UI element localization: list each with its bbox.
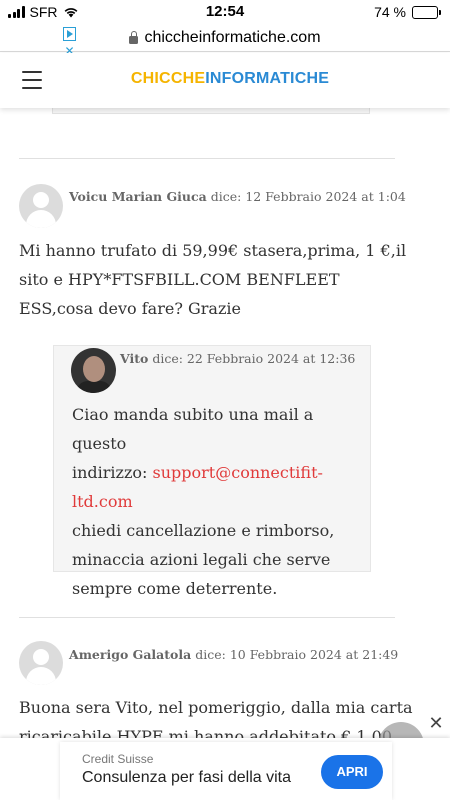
status-right: 74 % xyxy=(374,4,441,20)
comment-date[interactable]: 10 Febbraio 2024 at 21:49 xyxy=(230,647,398,662)
reply-says: dice: xyxy=(152,351,183,366)
comment-says: dice: xyxy=(210,189,242,204)
adchoices-play-icon[interactable] xyxy=(63,27,76,41)
comment-line: Mi hanno trufato di 59,99€ stasera,prima… xyxy=(19,241,407,260)
comment-separator xyxy=(19,617,395,618)
url-text[interactable]: chiccheinformatiche.com xyxy=(144,29,320,47)
reply-line: sempre come deterrente. xyxy=(72,579,278,598)
ad-title[interactable]: Consulenza per fasi della vita xyxy=(82,769,291,787)
comment-line: sito e HPY*FTSFBILL.COM BENFLEET xyxy=(19,270,340,289)
comment-author[interactable]: Amerigo Galatola xyxy=(69,647,191,662)
site-header: CHICCHEINFORMATICHE xyxy=(0,53,450,108)
reply-box: Vito dice: 22 Febbraio 2024 at 12:36 Cia… xyxy=(53,345,371,598)
reply-line: Ciao manda subito una mail a questo xyxy=(72,405,314,453)
comment-date[interactable]: 12 Febbraio 2024 at 1:04 xyxy=(245,189,406,204)
status-bar: SFR 12:54 74 % xyxy=(0,0,450,24)
reply-line-prefix: indirizzo: xyxy=(72,463,153,482)
avatar xyxy=(19,184,63,228)
logo-part1: CHICCHE xyxy=(130,70,206,87)
logo-part2: INFORMATICHE xyxy=(205,70,330,87)
reply-line: ltd.com xyxy=(72,487,362,516)
reply-avatar xyxy=(71,348,116,393)
comment-meta: Voicu Marian Giuca dice: 12 Febbraio 202… xyxy=(69,189,406,204)
ad-sponsor: Credit Suisse xyxy=(82,752,154,766)
email-link-cont[interactable]: ltd.com xyxy=(72,492,133,511)
reply-date[interactable]: 22 Febbraio 2024 at 12:36 xyxy=(187,351,355,366)
battery-icon xyxy=(412,5,441,19)
email-link[interactable]: support@connectifit- xyxy=(153,463,323,482)
comment-meta: Amerigo Galatola dice: 10 Febbraio 2024 … xyxy=(69,647,398,662)
comment-line: Buona sera Vito, nel pomeriggio, dalla m… xyxy=(19,698,413,717)
reply-text: Ciao manda subito una mail a questo indi… xyxy=(72,400,362,603)
battery-percent: 74 % xyxy=(374,4,406,20)
comment-author[interactable]: Voicu Marian Giuca xyxy=(69,189,207,204)
comment-says: dice: xyxy=(195,647,226,662)
lock-icon xyxy=(129,30,139,44)
site-logo[interactable]: CHICCHEINFORMATICHE xyxy=(0,70,450,88)
reply-meta: Vito dice: 22 Febbraio 2024 at 12:36 xyxy=(120,351,355,366)
ad-close-button[interactable]: ✕ xyxy=(424,711,448,737)
reply-line: indirizzo: support@connectifit- xyxy=(72,458,362,487)
comment-text: Mi hanno trufato di 59,99€ stasera,prima… xyxy=(19,236,419,323)
ad-open-button[interactable]: APRI xyxy=(321,755,383,789)
reply-author[interactable]: Vito xyxy=(120,351,148,366)
reply-line: minaccia azioni legali che serve xyxy=(72,550,331,569)
avatar xyxy=(19,641,63,685)
comment-separator xyxy=(19,158,395,159)
comment-line: ESS,cosa devo fare? Grazie xyxy=(19,299,241,318)
reply-line: chiedi cancellazione e rimborso, xyxy=(72,521,335,540)
